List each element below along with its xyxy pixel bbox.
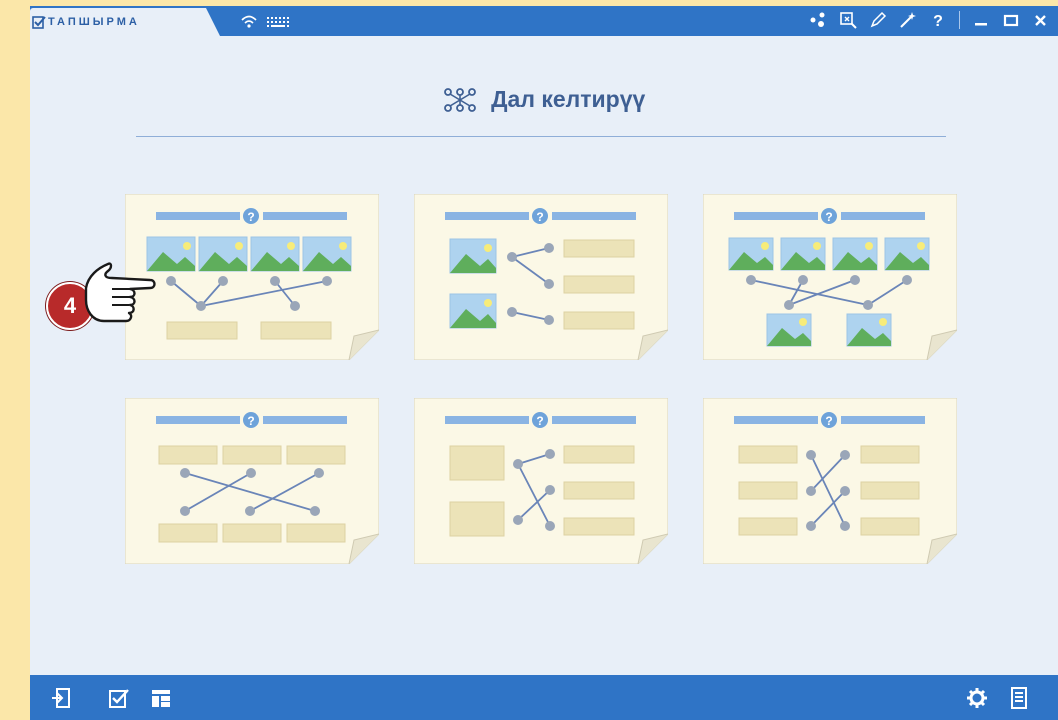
template-preview: ? bbox=[125, 398, 379, 564]
template-card-2[interactable]: ? bbox=[414, 194, 668, 360]
window-title: ТАПШЫРМА bbox=[48, 16, 140, 28]
page-title: Дал келтирүү bbox=[491, 86, 646, 112]
template-preview: ? bbox=[703, 194, 957, 360]
template-card-6[interactable]: ? bbox=[703, 398, 957, 564]
svg-text:?: ? bbox=[933, 13, 943, 29]
settings-icon[interactable] bbox=[966, 687, 988, 709]
template-card-4[interactable]: ? bbox=[125, 398, 379, 564]
svg-text:?: ? bbox=[247, 414, 254, 428]
template-card-1[interactable]: ? bbox=[125, 194, 379, 360]
template-card-3[interactable]: ? bbox=[703, 194, 957, 360]
keyboard-icon bbox=[267, 17, 289, 27]
help-icon[interactable]: ? bbox=[929, 11, 947, 29]
template-preview: ? bbox=[703, 398, 957, 564]
maximize-icon[interactable] bbox=[1002, 11, 1020, 29]
task-check-icon[interactable] bbox=[108, 687, 130, 709]
minimize-icon[interactable] bbox=[972, 11, 990, 29]
template-preview: ? bbox=[125, 194, 379, 360]
layout-icon[interactable] bbox=[150, 687, 172, 709]
svg-text:?: ? bbox=[825, 414, 832, 428]
svg-text:?: ? bbox=[825, 210, 832, 224]
bottom-toolbar bbox=[30, 675, 1058, 720]
page-heading: Дал келтирүү bbox=[30, 86, 1058, 113]
crop-icon[interactable] bbox=[839, 11, 857, 29]
title-tab[interactable]: ТАПШЫРМА bbox=[30, 8, 220, 36]
magic-wand-icon[interactable] bbox=[899, 11, 917, 29]
separator bbox=[959, 11, 960, 29]
template-card-5[interactable]: ? bbox=[414, 398, 668, 564]
template-preview: ? bbox=[414, 398, 668, 564]
template-preview: ? bbox=[414, 194, 668, 360]
title-bar: ТАПШЫРМА ? bbox=[30, 6, 1058, 36]
divider bbox=[136, 136, 946, 137]
status-icons bbox=[240, 13, 290, 31]
exit-icon[interactable] bbox=[50, 687, 72, 709]
pointing-hand-icon bbox=[84, 262, 156, 323]
share-icon[interactable] bbox=[809, 11, 827, 29]
app-window: ТАПШЫРМА ? Дал келтирүү ? ? ? ? ? ? bbox=[30, 6, 1058, 720]
wifi-icon bbox=[241, 15, 257, 28]
task-check-icon bbox=[32, 16, 46, 29]
svg-text:?: ? bbox=[536, 210, 543, 224]
list-icon[interactable] bbox=[1008, 687, 1030, 709]
close-icon[interactable] bbox=[1032, 11, 1050, 29]
pen-icon[interactable] bbox=[869, 11, 887, 29]
window-controls: ? bbox=[809, 11, 1050, 29]
svg-text:?: ? bbox=[247, 210, 254, 224]
matching-icon bbox=[443, 87, 476, 112]
svg-text:?: ? bbox=[536, 414, 543, 428]
